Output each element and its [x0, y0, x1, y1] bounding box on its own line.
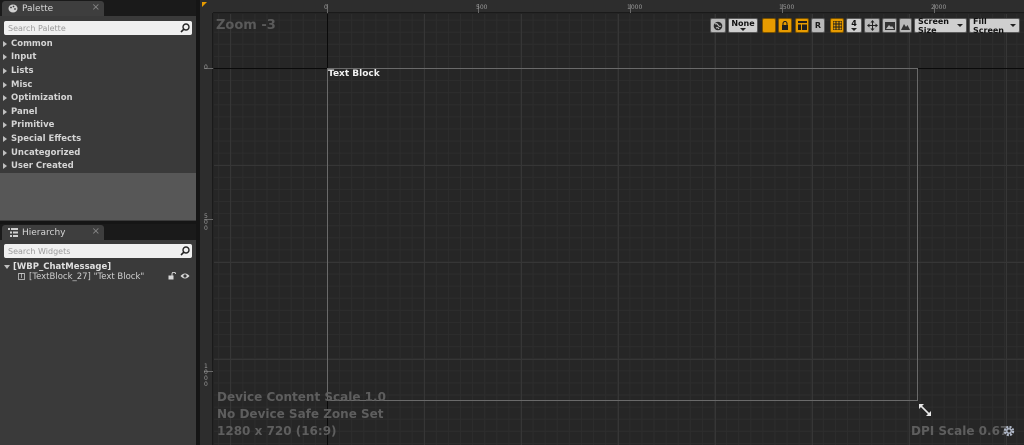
- r-toggle-button[interactable]: R: [811, 18, 825, 33]
- tab-hierarchy[interactable]: Hierarchy ×: [2, 225, 104, 240]
- palette-category[interactable]: Primitive: [0, 119, 196, 133]
- palette-icon: [8, 4, 18, 13]
- mountain-preview-button[interactable]: [899, 18, 912, 33]
- none-dropdown-label: None: [731, 19, 755, 28]
- globe-icon: [713, 21, 723, 30]
- toggle-button-orange[interactable]: [762, 18, 776, 33]
- palette-category[interactable]: Misc: [0, 78, 196, 92]
- chevron-down-icon: [1010, 24, 1016, 27]
- ruler-label: 0: [204, 64, 208, 71]
- grid-icon: [832, 21, 842, 30]
- palette-category[interactable]: Input: [0, 51, 196, 65]
- ruler-label: 5 0 0: [204, 213, 208, 232]
- text-block-type-icon: T: [18, 272, 25, 280]
- lock-toggle-button[interactable]: [778, 18, 792, 33]
- palette-category[interactable]: Optimization: [0, 91, 196, 105]
- expand-arrow-icon: [3, 122, 7, 129]
- eye-icon[interactable]: [180, 272, 190, 280]
- hierarchy-tabbar: Hierarchy ×: [0, 224, 196, 240]
- chevron-down-icon: [851, 28, 857, 31]
- move-arrows-icon: [866, 20, 878, 31]
- search-icon[interactable]: [178, 21, 192, 35]
- grid-snap-toggle[interactable]: [830, 18, 844, 33]
- expand-arrow-icon: [3, 40, 7, 47]
- palette-category[interactable]: Special Effects: [0, 132, 196, 146]
- hierarchy-search-input[interactable]: [4, 244, 178, 258]
- world-preview-button[interactable]: [710, 18, 726, 33]
- tab-palette-label: Palette: [22, 3, 54, 14]
- zoom-level: Zoom -3: [216, 18, 276, 33]
- palette-category[interactable]: Panel: [0, 105, 196, 119]
- safe-zone-status: No Device Safe Zone Set: [217, 407, 384, 421]
- expand-arrow-icon: [3, 163, 7, 170]
- palette-category[interactable]: Common: [0, 37, 196, 51]
- image-icon: [884, 21, 895, 30]
- hierarchy-root-label: [WBP_ChatMessage]: [13, 261, 112, 272]
- screen-size-label: Screen Size: [918, 16, 949, 35]
- grid-snap-value: 4: [851, 19, 857, 28]
- palette-empty-area: [0, 173, 196, 220]
- expand-arrow-icon: [3, 108, 7, 115]
- palette-category[interactable]: Lists: [0, 64, 196, 78]
- ruler-label: 2000: [931, 4, 947, 11]
- collapse-arrow-icon[interactable]: [4, 264, 10, 269]
- close-icon[interactable]: ×: [92, 2, 100, 13]
- hierarchy-child-item[interactable]: T [TextBlock_27] "Text Block": [18, 271, 194, 282]
- ruler-label: 0: [324, 4, 328, 11]
- palette-category[interactable]: User Created: [0, 159, 196, 173]
- fill-screen-dropdown[interactable]: Fill Screen: [969, 16, 1020, 35]
- chevron-down-icon: [957, 24, 963, 27]
- gear-icon[interactable]: [1003, 425, 1015, 437]
- expand-arrow-icon: [3, 135, 7, 142]
- chevron-down-icon: [740, 28, 746, 31]
- expand-arrow-icon: [3, 149, 7, 156]
- device-content-scale: Device Content Scale 1.0: [217, 390, 386, 404]
- layout-toggle-button[interactable]: [795, 18, 809, 33]
- expand-arrow-icon: [3, 95, 7, 102]
- palette-tabbar: Palette ×: [0, 0, 196, 16]
- resize-arrows-icon[interactable]: [919, 404, 931, 416]
- widget-bounds[interactable]: [327, 68, 918, 401]
- ruler-corner: [200, 0, 213, 13]
- resolution-label: 1280 x 720 (16:9): [217, 424, 337, 438]
- fill-screen-label: Fill Screen: [973, 16, 1004, 35]
- hierarchy-icon: [8, 228, 18, 237]
- hierarchy-search: [4, 244, 192, 258]
- transform-button[interactable]: [864, 18, 880, 33]
- hierarchy-child-label: [TextBlock_27] "Text Block": [29, 271, 145, 282]
- dpi-scale: DPI Scale 0.67: [911, 424, 1009, 438]
- lock-icon: [782, 21, 788, 30]
- palette-search-input[interactable]: [4, 21, 178, 35]
- ruler-label: 1500: [779, 4, 795, 11]
- image-preview-button[interactable]: [882, 18, 897, 33]
- ruler-label: 500: [476, 4, 488, 11]
- palette-search: [4, 21, 192, 35]
- unlock-icon[interactable]: [168, 272, 176, 280]
- screen-size-dropdown[interactable]: Screen Size: [914, 16, 967, 35]
- ruler-label: 1000: [627, 4, 643, 11]
- ruler-label: 1 0 0 0: [204, 363, 208, 388]
- none-dropdown[interactable]: None: [728, 18, 758, 33]
- layout-icon: [797, 21, 807, 30]
- tab-hierarchy-label: Hierarchy: [22, 227, 66, 238]
- text-block-widget[interactable]: Text Block: [328, 69, 380, 79]
- expand-arrow-icon: [3, 54, 7, 61]
- expand-arrow-icon: [3, 67, 7, 74]
- grid-snap-value-dropdown[interactable]: 4: [846, 18, 862, 33]
- close-icon[interactable]: ×: [92, 226, 100, 237]
- landscape-icon: [901, 23, 910, 30]
- search-icon[interactable]: [178, 244, 192, 258]
- palette-category[interactable]: Uncategorized: [0, 146, 196, 160]
- expand-arrow-icon: [3, 81, 7, 88]
- palette-category-list: Common Input Lists Misc Optimization Pan…: [0, 37, 196, 173]
- tab-palette[interactable]: Palette ×: [2, 1, 104, 16]
